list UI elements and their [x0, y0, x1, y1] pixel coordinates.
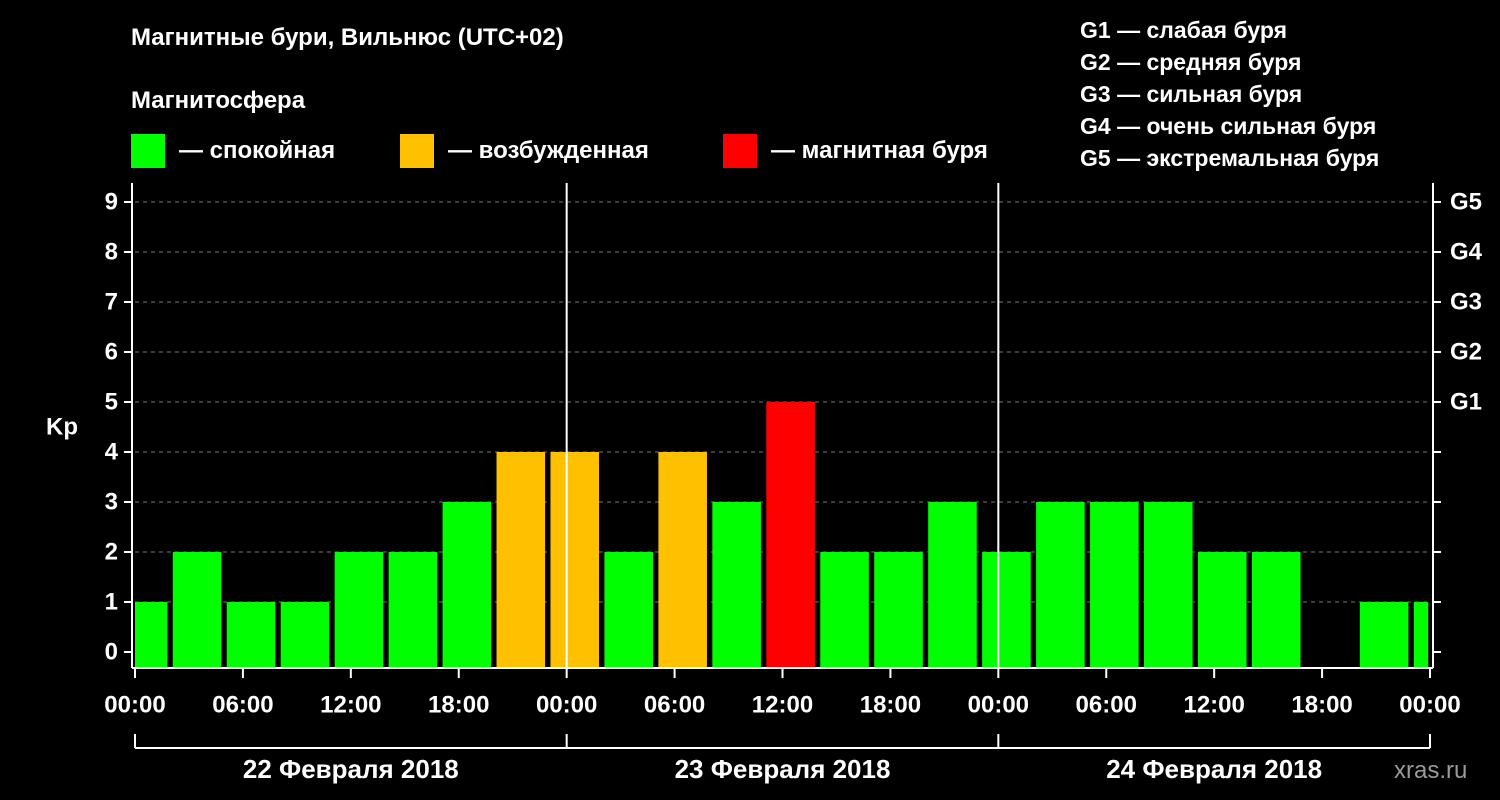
y-tick-label-8: 8	[105, 238, 118, 265]
g-level-label-G5: G5	[1450, 188, 1482, 215]
g-level-label-G3: G3	[1450, 288, 1482, 315]
kp-bar-16	[982, 552, 1031, 668]
kp-bar-3	[280, 602, 330, 668]
day-label-2: 24 Февраля 2018	[1106, 754, 1322, 784]
day-label-0: 22 Февраля 2018	[243, 754, 459, 784]
x-tick-label-2: 12:00	[320, 691, 381, 718]
x-tick-label-12: 00:00	[1399, 691, 1460, 718]
kp-bar-5	[388, 552, 438, 668]
kp-bar-9	[604, 552, 653, 668]
x-tick-label-3: 18:00	[428, 691, 489, 718]
x-tick-label-9: 06:00	[1076, 691, 1137, 718]
kp-bar-chart: 0 1 2 3 4 5 6 7 8 9 G1 G2 G3 G4 G5 Kp 00:00 06:00 12:00 18:…	[46, 183, 1483, 784]
kp-bar-2	[226, 602, 276, 668]
kp-bar-14	[874, 552, 923, 668]
x-tick-label-7: 18:00	[860, 691, 921, 718]
x-tick-label-4: 00:00	[536, 691, 597, 718]
kp-bar-18	[1090, 502, 1139, 668]
g-level-label-G2: G2	[1450, 338, 1482, 365]
y-tick-label-9: 9	[105, 188, 118, 215]
y-tick-label-1: 1	[105, 588, 118, 615]
kp-bar-13	[820, 552, 869, 668]
kp-bar-4	[334, 552, 384, 668]
kp-bar-8	[550, 452, 600, 668]
kp-bar-23	[1413, 602, 1429, 668]
kp-bar-19	[1144, 502, 1193, 668]
y-tick-label-6: 6	[105, 338, 118, 365]
x-tick-label-5: 06:00	[644, 691, 705, 718]
watermark: xras.ru	[1394, 757, 1468, 784]
kp-bar-17	[1036, 502, 1085, 668]
x-tick-label-10: 12:00	[1183, 691, 1244, 718]
x-tick-label-8: 00:00	[968, 691, 1029, 718]
g-level-label-G4: G4	[1450, 238, 1483, 265]
kp-bar-7	[496, 452, 546, 668]
kp-bar-0	[135, 602, 168, 668]
kp-bar-11	[712, 502, 761, 668]
y-tick-label-5: 5	[105, 388, 118, 415]
kp-bar-21	[1251, 552, 1301, 668]
x-tick-label-0: 00:00	[104, 691, 165, 718]
x-tick-label-1: 06:00	[212, 691, 273, 718]
kp-bar-6	[442, 502, 492, 668]
x-tick-label-6: 12:00	[752, 691, 813, 718]
y-tick-label-3: 3	[105, 488, 118, 515]
day-label-1: 23 Февраля 2018	[675, 754, 891, 784]
y-tick-label-0: 0	[105, 638, 118, 665]
y-tick-label-2: 2	[105, 538, 118, 565]
kp-bar-20	[1197, 552, 1247, 668]
kp-bar-12	[766, 402, 815, 668]
y-tick-label-4: 4	[105, 438, 119, 465]
kp-bar-15	[928, 502, 977, 668]
y-tick-label-7: 7	[105, 288, 118, 315]
kp-bar-1	[172, 552, 222, 668]
kp-bar-22	[1359, 602, 1409, 668]
kp-bar-10	[658, 452, 707, 668]
y-axis-label: Kp	[46, 413, 78, 440]
x-tick-label-11: 18:00	[1291, 691, 1352, 718]
g-level-label-G1: G1	[1450, 388, 1482, 415]
